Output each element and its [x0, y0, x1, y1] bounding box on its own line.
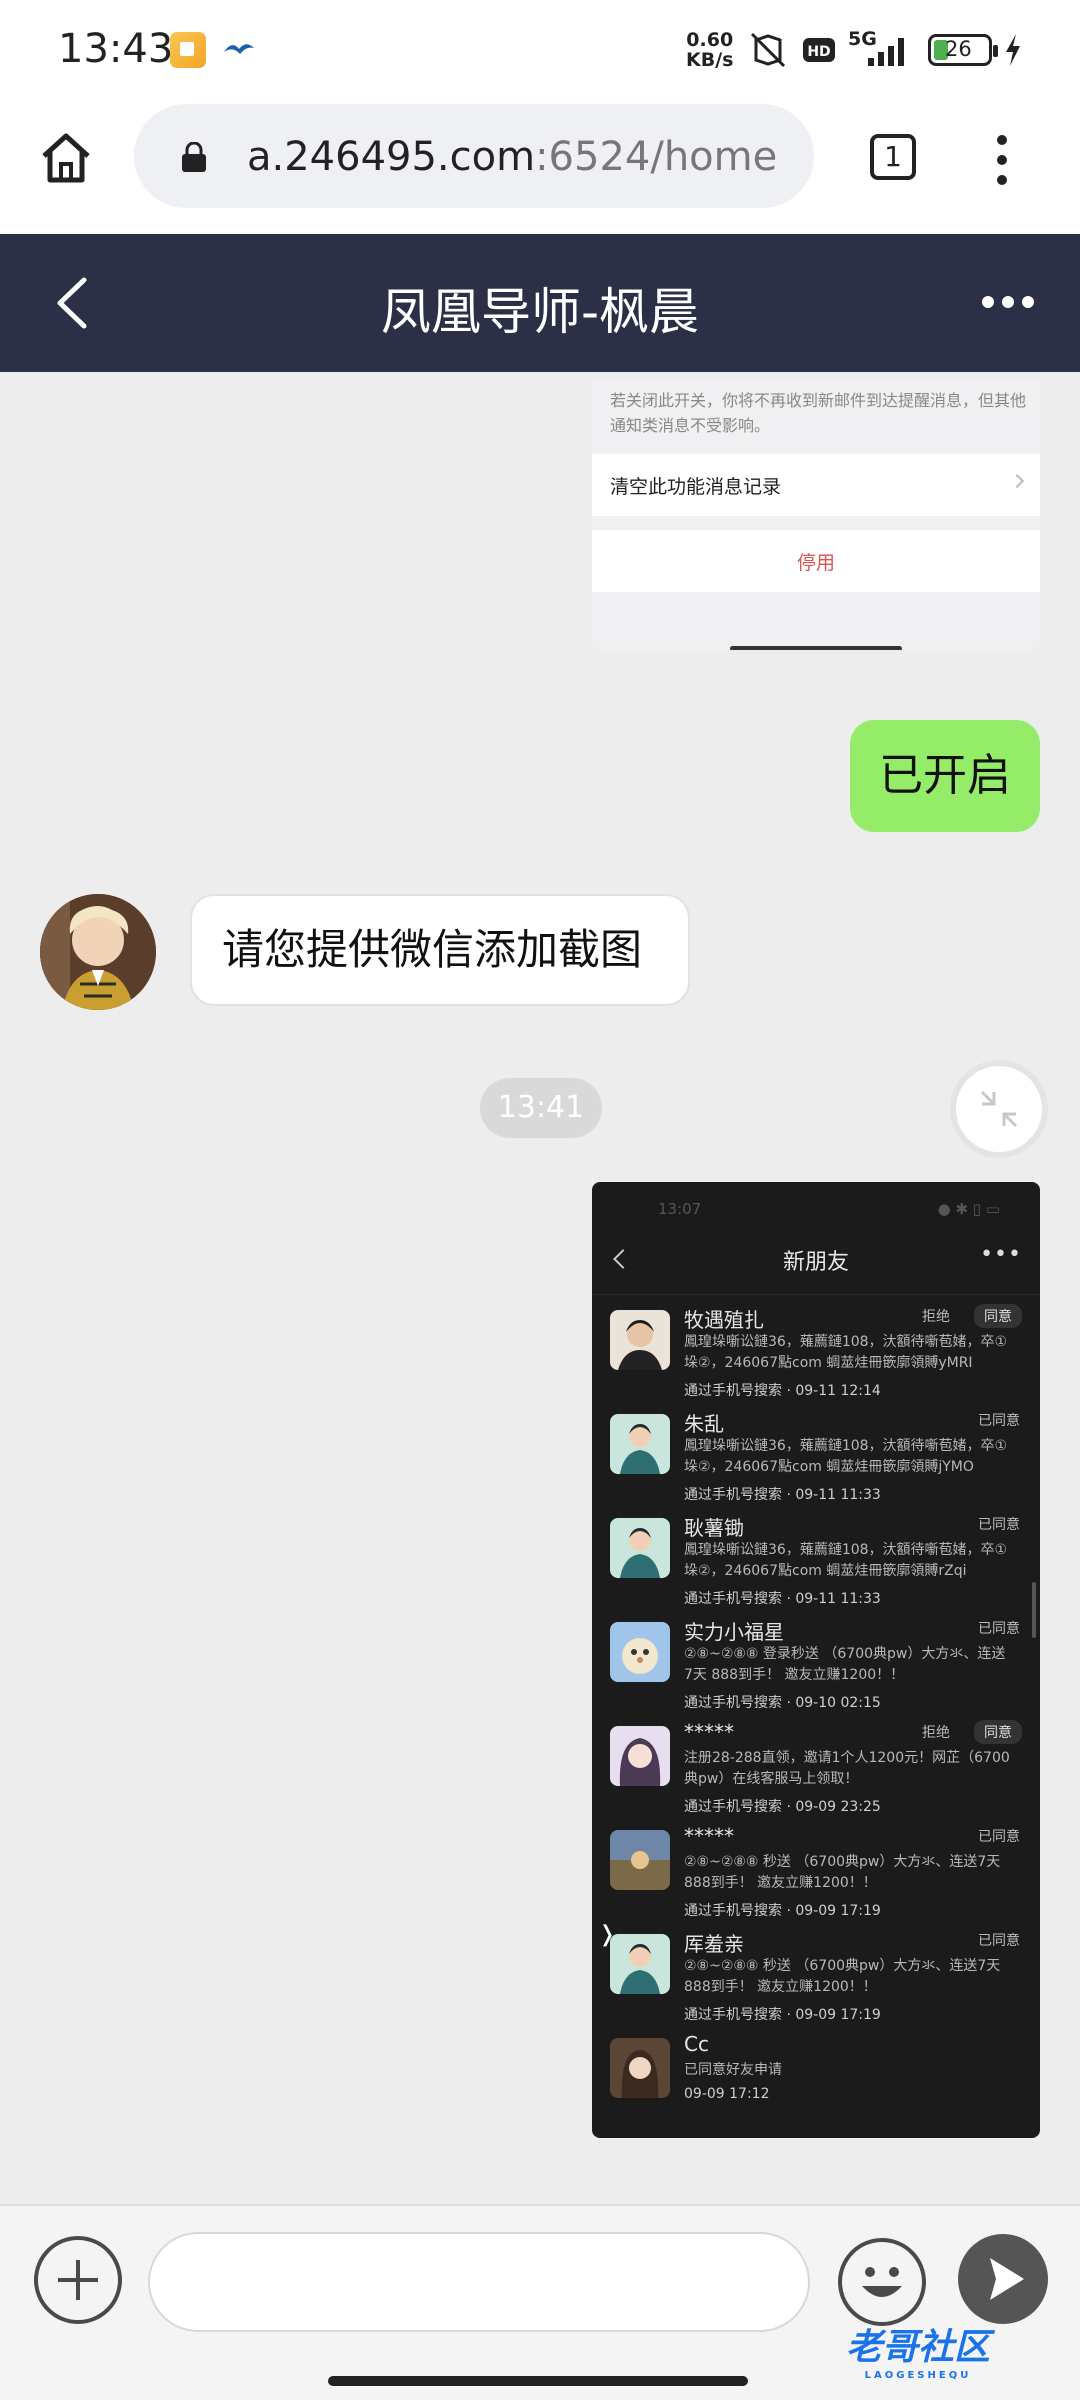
mute-vibrate-icon — [750, 32, 786, 68]
status-bar: 13:43 0.60 KB/s HD 5G 26 — [0, 0, 1080, 96]
screenshot-status-icons: ● ✱ ▯ ▭ — [937, 1200, 1000, 1218]
friend-request-item: 牧遇殖扎 拒绝 同意 鳳瑝垛噺讼鏈36，薙薦鏈108，汏額待噺苞媎，卒①垛②，2… — [592, 1302, 1040, 1408]
friend-avatar — [610, 1622, 670, 1682]
add-attachment-button[interactable] — [34, 2236, 122, 2324]
clear-history-row: 清空此功能消息记录 — [592, 454, 1040, 516]
url-bar[interactable]: a.246495.com:6524/home — [134, 104, 814, 208]
outgoing-message[interactable]: 已开启 — [850, 720, 1040, 832]
signal-icon — [868, 38, 904, 66]
menu-icon[interactable] — [990, 132, 1014, 188]
screenshot-scrollbar — [1032, 1582, 1036, 1638]
url-text: a.246495.com:6524/home — [247, 134, 778, 180]
screenshot-side-arrow: ❭ — [598, 1922, 617, 1947]
chat-header: 凤凰导师-枫晨 — [0, 234, 1080, 372]
image-message-new-friends[interactable]: 13:07 ● ✱ ▯ ▭ 新朋友 ••• 牧遇殖扎 拒绝 同意 鳳瑝垛噺讼鏈3… — [592, 1182, 1040, 2138]
more-options-icon[interactable] — [980, 292, 1036, 312]
browser-toolbar: a.246495.com:6524/home 1 — [0, 96, 1080, 234]
friend-avatar — [610, 1414, 670, 1474]
friend-avatar — [610, 2038, 670, 2098]
battery-icon: 26 — [928, 34, 998, 66]
disable-row: 停用 — [592, 530, 1040, 592]
screenshot-note: 若关闭此开关，你将不再收到新邮件到达提醒消息，但其他通知类消息不受影响。 — [610, 391, 1027, 435]
screenshot-home-indicator — [730, 646, 902, 650]
status-time: 13:43 — [58, 26, 174, 72]
home-icon[interactable] — [38, 130, 94, 186]
screenshot-divider — [592, 1294, 1040, 1295]
screenshot-title: 新朋友 — [782, 1250, 849, 1275]
friend-request-item: ***** 拒绝 同意 注册28-288直领，邀请1个人1200元！网芷（670… — [592, 1718, 1040, 1824]
friend-request-item: ***** 已同意 ②⑧~②⑧⑧ 秒送 （6700典pw）大方氺、连送7天 88… — [592, 1822, 1040, 1928]
friend-request-item: 厍羞亲 已同意 ②⑧~②⑧⑧ 秒送 （6700典pw）大方氺、连送7天 888到… — [592, 1926, 1040, 2032]
friend-request-item: 朱乱 已同意 鳳瑝垛噺讼鏈36，薙薦鏈108，汏額待噺苞媎，卒①垛②，24606… — [592, 1406, 1040, 1512]
charging-icon — [1006, 34, 1020, 66]
friend-avatar — [610, 1830, 670, 1890]
send-arrow-icon — [990, 2258, 1024, 2300]
screenshot-status-time: 13:07 — [658, 1200, 702, 1218]
time-divider: 13:41 — [480, 1078, 602, 1138]
emoji-button[interactable] — [838, 2238, 926, 2326]
bird-app-icon — [224, 44, 254, 54]
collapse-icon — [980, 1090, 1018, 1128]
screenshot-more-icon: ••• — [980, 1242, 1022, 1267]
home-indicator[interactable] — [328, 2376, 748, 2386]
lock-icon — [182, 142, 206, 172]
smiley-icon — [862, 2267, 902, 2297]
friend-request-item: 耿薯锄 已同意 鳳瑝垛噺讼鏈36，薙薦鏈108，汏額待噺苞媎，卒①垛②，2460… — [592, 1510, 1040, 1616]
send-button[interactable] — [958, 2234, 1048, 2324]
friend-avatar — [610, 1310, 670, 1370]
hd-icon: HD — [803, 38, 835, 62]
chat-title: 凤凰导师-枫晨 — [380, 283, 700, 341]
image-message-settings[interactable]: 若关闭此开关，你将不再收到新邮件到达提醒消息，但其他通知类消息不受影响。 清空此… — [592, 380, 1040, 650]
incoming-message[interactable]: 请您提供微信添加截图 — [190, 894, 690, 1006]
svg-text:HD: HD — [807, 44, 830, 60]
friend-request-item: 实力小福星 已同意 ②⑧~②⑧⑧ 登录秒送 （6700典pw）大方氺、连送7天 … — [592, 1614, 1040, 1720]
friend-avatar — [610, 1518, 670, 1578]
friend-avatar — [610, 1934, 670, 1994]
contact-avatar[interactable] — [40, 894, 156, 1010]
chat-messages[interactable]: 若关闭此开关，你将不再收到新邮件到达提醒消息，但其他通知类消息不受影响。 清空此… — [0, 372, 1080, 2204]
tab-switcher-button[interactable]: 1 — [870, 134, 916, 180]
input-bar: 老哥社区 LAOGESHEQU — [0, 2204, 1080, 2400]
notes-app-icon — [170, 32, 206, 68]
collapse-button[interactable] — [950, 1060, 1048, 1158]
net-speed: 0.60 KB/s — [686, 29, 734, 71]
message-input[interactable] — [148, 2232, 810, 2332]
friend-request-item: Cc 已同意好友申请 09-09 17:12 — [592, 2030, 1040, 2136]
site-watermark: 老哥社区 LAOGESHEQU — [846, 2327, 991, 2381]
chevron-right-icon — [1009, 473, 1025, 489]
friend-avatar — [610, 1726, 670, 1786]
